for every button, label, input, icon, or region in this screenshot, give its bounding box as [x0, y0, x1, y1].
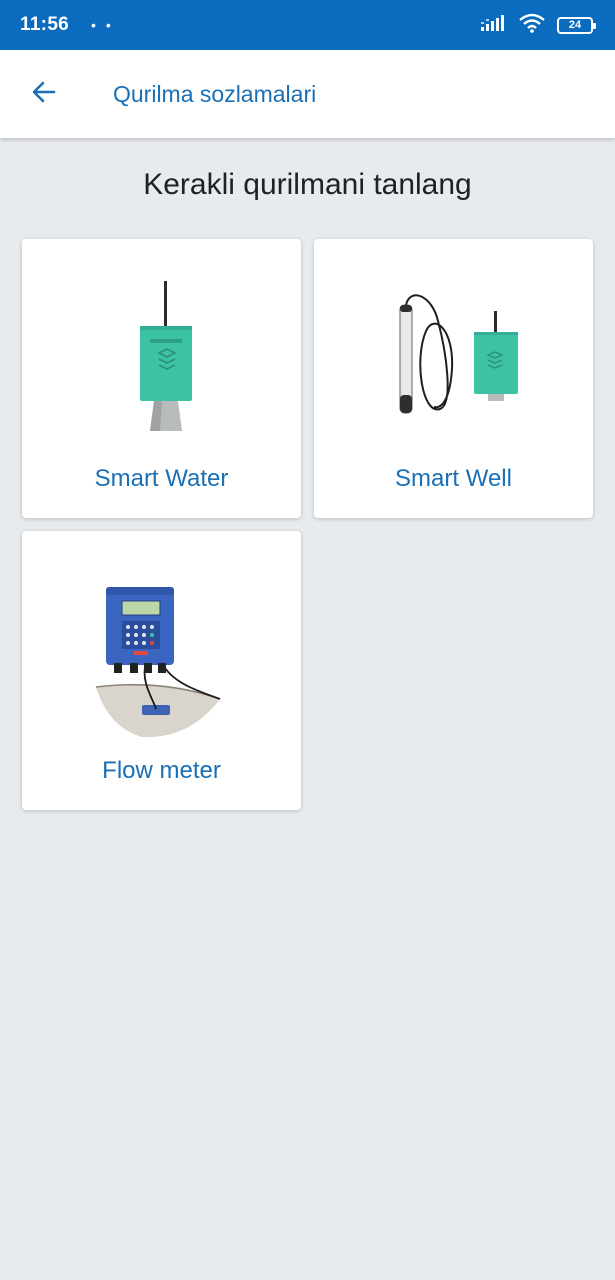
back-button[interactable]	[19, 69, 69, 119]
device-label: Flow meter	[102, 757, 221, 784]
status-bar: 11:56 • • 24	[0, 0, 615, 50]
arrow-back-icon	[32, 81, 56, 108]
device-label: Smart Water	[94, 465, 229, 492]
wifi-icon	[519, 13, 545, 38]
device-card-smart-water[interactable]: Smart Water	[22, 239, 301, 518]
status-time: 11:56	[20, 14, 70, 35]
device-card-flow-meter[interactable]: Flow meter	[22, 531, 301, 810]
notification-dots: • •	[91, 17, 114, 33]
smart-well-device-image	[399, 294, 518, 414]
device-card-smart-well[interactable]: Smart Well	[314, 239, 593, 518]
device-label: Smart Well	[395, 465, 512, 492]
signal-icon	[481, 14, 507, 37]
app-bar-title: Qurilma sozlamalari	[113, 80, 317, 107]
battery-icon: 24	[557, 16, 596, 34]
smart-water-device-image	[140, 281, 192, 431]
flow-meter-device-image	[95, 587, 221, 738]
page-heading: Kerakli qurilmani tanlang	[143, 168, 472, 201]
app-bar: Qurilma sozlamalari	[0, 50, 615, 138]
